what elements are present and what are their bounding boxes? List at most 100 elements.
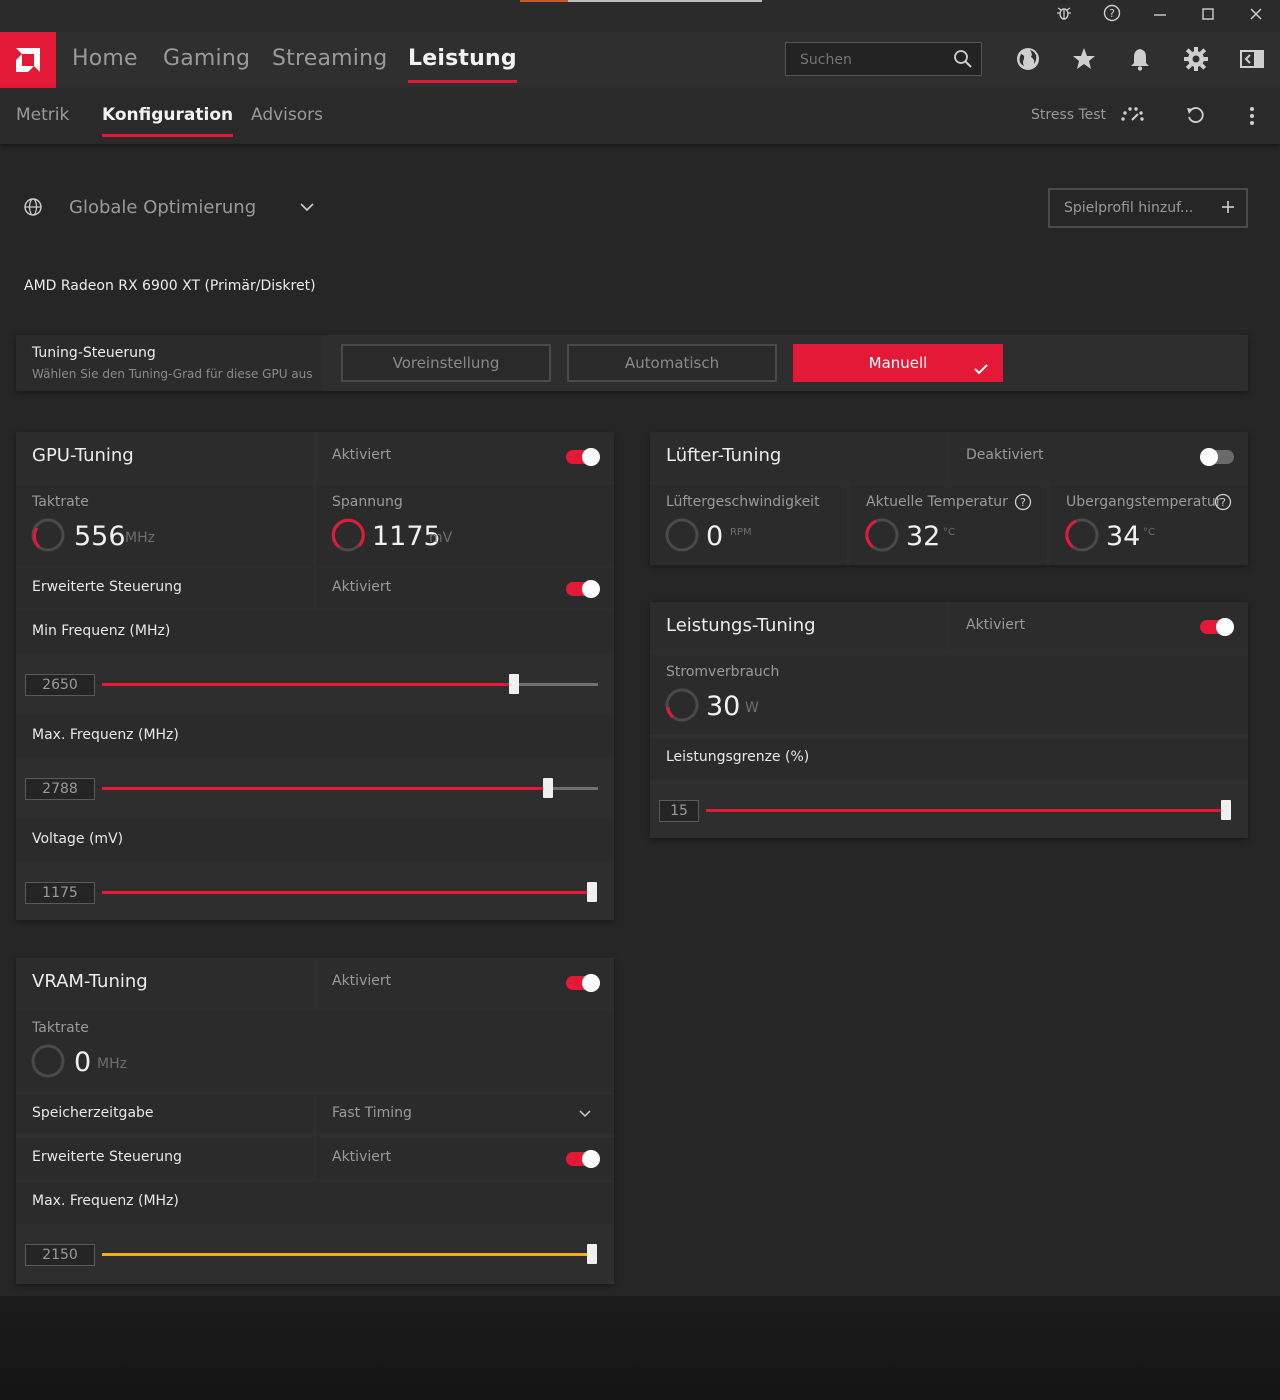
junction-temp-cell: Übergangstemperatur ? 34 °C — [1050, 485, 1248, 565]
junction-temp-value: 34 — [1106, 521, 1141, 552]
power-limit-header: Leistungsgrenze (%) — [650, 738, 1248, 780]
automatic-button[interactable]: Automatisch — [567, 344, 777, 382]
fan-speed-gauge-icon — [665, 518, 699, 552]
manual-button[interactable]: Manuell — [793, 344, 1003, 382]
search-icon[interactable] — [953, 49, 973, 73]
bell-icon[interactable] — [1126, 46, 1154, 74]
vram-max-freq-header: Max. Frequenz (MHz) — [16, 1182, 614, 1224]
maximize-icon[interactable] — [1196, 4, 1220, 28]
vram-advanced-cell: Erweiterte Steuerung — [16, 1137, 313, 1179]
power-limit-slider[interactable] — [706, 800, 1231, 820]
add-game-profile-label: Spielprofil hinzuf... — [1064, 200, 1194, 216]
chevron-down-icon — [577, 1106, 593, 1125]
gpu-tuning-toggle[interactable] — [566, 448, 600, 466]
search-input[interactable] — [786, 43, 962, 77]
toggle-knob — [582, 1150, 600, 1168]
close-icon[interactable] — [1244, 4, 1268, 28]
help-icon[interactable]: ? — [1100, 4, 1124, 28]
gpu-voltage-label: Spannung — [332, 494, 403, 510]
vram-tuning-status: Aktiviert — [332, 973, 392, 989]
power-tuning-status-cell: Aktiviert — [950, 602, 1248, 652]
max-freq-input[interactable]: 2788 — [25, 778, 95, 800]
vram-advanced-toggle[interactable] — [566, 1150, 600, 1168]
titlebar-accent — [520, 0, 568, 2]
slider-thumb[interactable] — [587, 1244, 597, 1264]
tab-streaming[interactable]: Streaming — [272, 46, 387, 71]
star-icon[interactable] — [1070, 46, 1098, 74]
max-freq-slider[interactable] — [102, 778, 598, 798]
globe-icon[interactable] — [1014, 46, 1042, 74]
fan-tuning-toggle[interactable] — [1200, 448, 1234, 466]
slider-thumb[interactable] — [543, 778, 553, 798]
gpu-advanced-status-cell: Aktiviert — [316, 568, 614, 608]
power-tuning-status: Aktiviert — [966, 617, 1026, 633]
info-icon[interactable]: ? — [1214, 493, 1232, 515]
power-tuning-toggle[interactable] — [1200, 618, 1234, 636]
vram-advanced-label: Erweiterte Steuerung — [32, 1149, 182, 1165]
tab-metrik[interactable]: Metrik — [16, 105, 69, 125]
tab-advisors[interactable]: Advisors — [251, 105, 323, 125]
memory-timing-cell: Speicherzeitgabe — [16, 1094, 313, 1134]
check-icon — [973, 355, 989, 389]
gear-icon[interactable] — [1182, 46, 1210, 74]
toggle-knob — [582, 974, 600, 992]
profile-selector[interactable]: Globale Optimierung — [69, 197, 256, 218]
min-freq-slider[interactable] — [102, 674, 598, 694]
minimize-icon[interactable] — [1148, 4, 1172, 28]
info-icon[interactable]: ? — [1014, 493, 1032, 515]
gpu-tuning-title: GPU-Tuning — [32, 445, 134, 466]
bug-icon[interactable] — [1052, 4, 1076, 28]
stress-test-label[interactable]: Stress Test — [1031, 107, 1106, 123]
sidebar-toggle-icon[interactable] — [1238, 46, 1266, 74]
slider-fill — [102, 683, 514, 686]
fan-tuning-header: Lüfter-Tuning — [650, 432, 947, 482]
gauge-icon[interactable] — [1120, 105, 1144, 129]
chevron-down-icon[interactable] — [298, 199, 316, 219]
fan-tuning-status-cell: Deaktiviert — [950, 432, 1248, 482]
sub-nav: Metrik Konfiguration Advisors Stress Tes… — [0, 88, 1280, 144]
voltage-input[interactable]: 1175 — [25, 882, 95, 904]
power-consumption-unit: W — [745, 700, 759, 716]
add-game-profile-button[interactable]: Spielprofil hinzuf... — [1048, 188, 1248, 228]
vram-max-freq-input[interactable]: 2150 — [25, 1244, 95, 1266]
search-box — [785, 42, 982, 77]
memory-timing-label: Speicherzeitgabe — [32, 1105, 154, 1121]
slider-thumb[interactable] — [1221, 800, 1231, 820]
slider-thumb[interactable] — [509, 674, 519, 694]
memory-timing-select[interactable]: Fast Timing — [316, 1094, 614, 1134]
slider-fill — [706, 809, 1226, 812]
power-consumption-label: Stromverbrauch — [666, 664, 780, 680]
reset-icon[interactable] — [1185, 105, 1205, 129]
slider-thumb[interactable] — [587, 882, 597, 902]
gpu-tuning-status: Aktiviert — [332, 447, 392, 463]
tab-leistung[interactable]: Leistung — [408, 46, 517, 83]
fan-speed-value: 0 — [706, 521, 724, 552]
tab-home[interactable]: Home — [72, 46, 138, 71]
tuning-control-header: Tuning-Steuerung Wählen Sie den Tuning-G… — [16, 335, 322, 391]
tab-konfiguration[interactable]: Konfiguration — [102, 105, 234, 137]
fan-tuning-card: Lüfter-Tuning Deaktiviert Lüftergeschwin… — [650, 432, 1248, 565]
plus-icon — [1220, 199, 1236, 219]
gpu-advanced-toggle[interactable] — [566, 580, 600, 598]
more-options-icon[interactable] — [1244, 105, 1260, 131]
tuning-control-subtitle: Wählen Sie den Tuning-Grad für diese GPU… — [32, 367, 313, 381]
current-temp-unit: °C — [943, 527, 955, 538]
junction-temp-unit: °C — [1143, 527, 1155, 538]
memory-timing-value: Fast Timing — [332, 1105, 412, 1121]
globe-small-icon — [23, 197, 43, 221]
tab-gaming[interactable]: Gaming — [163, 46, 250, 71]
min-freq-input[interactable]: 2650 — [25, 674, 95, 696]
power-consumption-cell: Stromverbrauch 30 W — [650, 655, 1248, 735]
amd-logo[interactable] — [0, 32, 56, 88]
vram-tuning-status-cell: Aktiviert — [316, 958, 614, 1008]
voltage-slider[interactable] — [102, 882, 597, 902]
vram-clock-unit: MHz — [97, 1056, 127, 1072]
gpu-clock-label: Taktrate — [32, 494, 89, 510]
power-limit-input[interactable]: 15 — [659, 800, 699, 822]
vram-clock-cell: Taktrate 0 MHz — [16, 1011, 614, 1091]
fan-speed-cell: Lüftergeschwindigkeit 0 RPM — [650, 485, 847, 565]
vram-max-freq-slider[interactable] — [102, 1244, 597, 1264]
power-tuning-title: Leistungs-Tuning — [666, 615, 816, 636]
preset-button[interactable]: Voreinstellung — [341, 344, 551, 382]
vram-tuning-toggle[interactable] — [566, 974, 600, 992]
